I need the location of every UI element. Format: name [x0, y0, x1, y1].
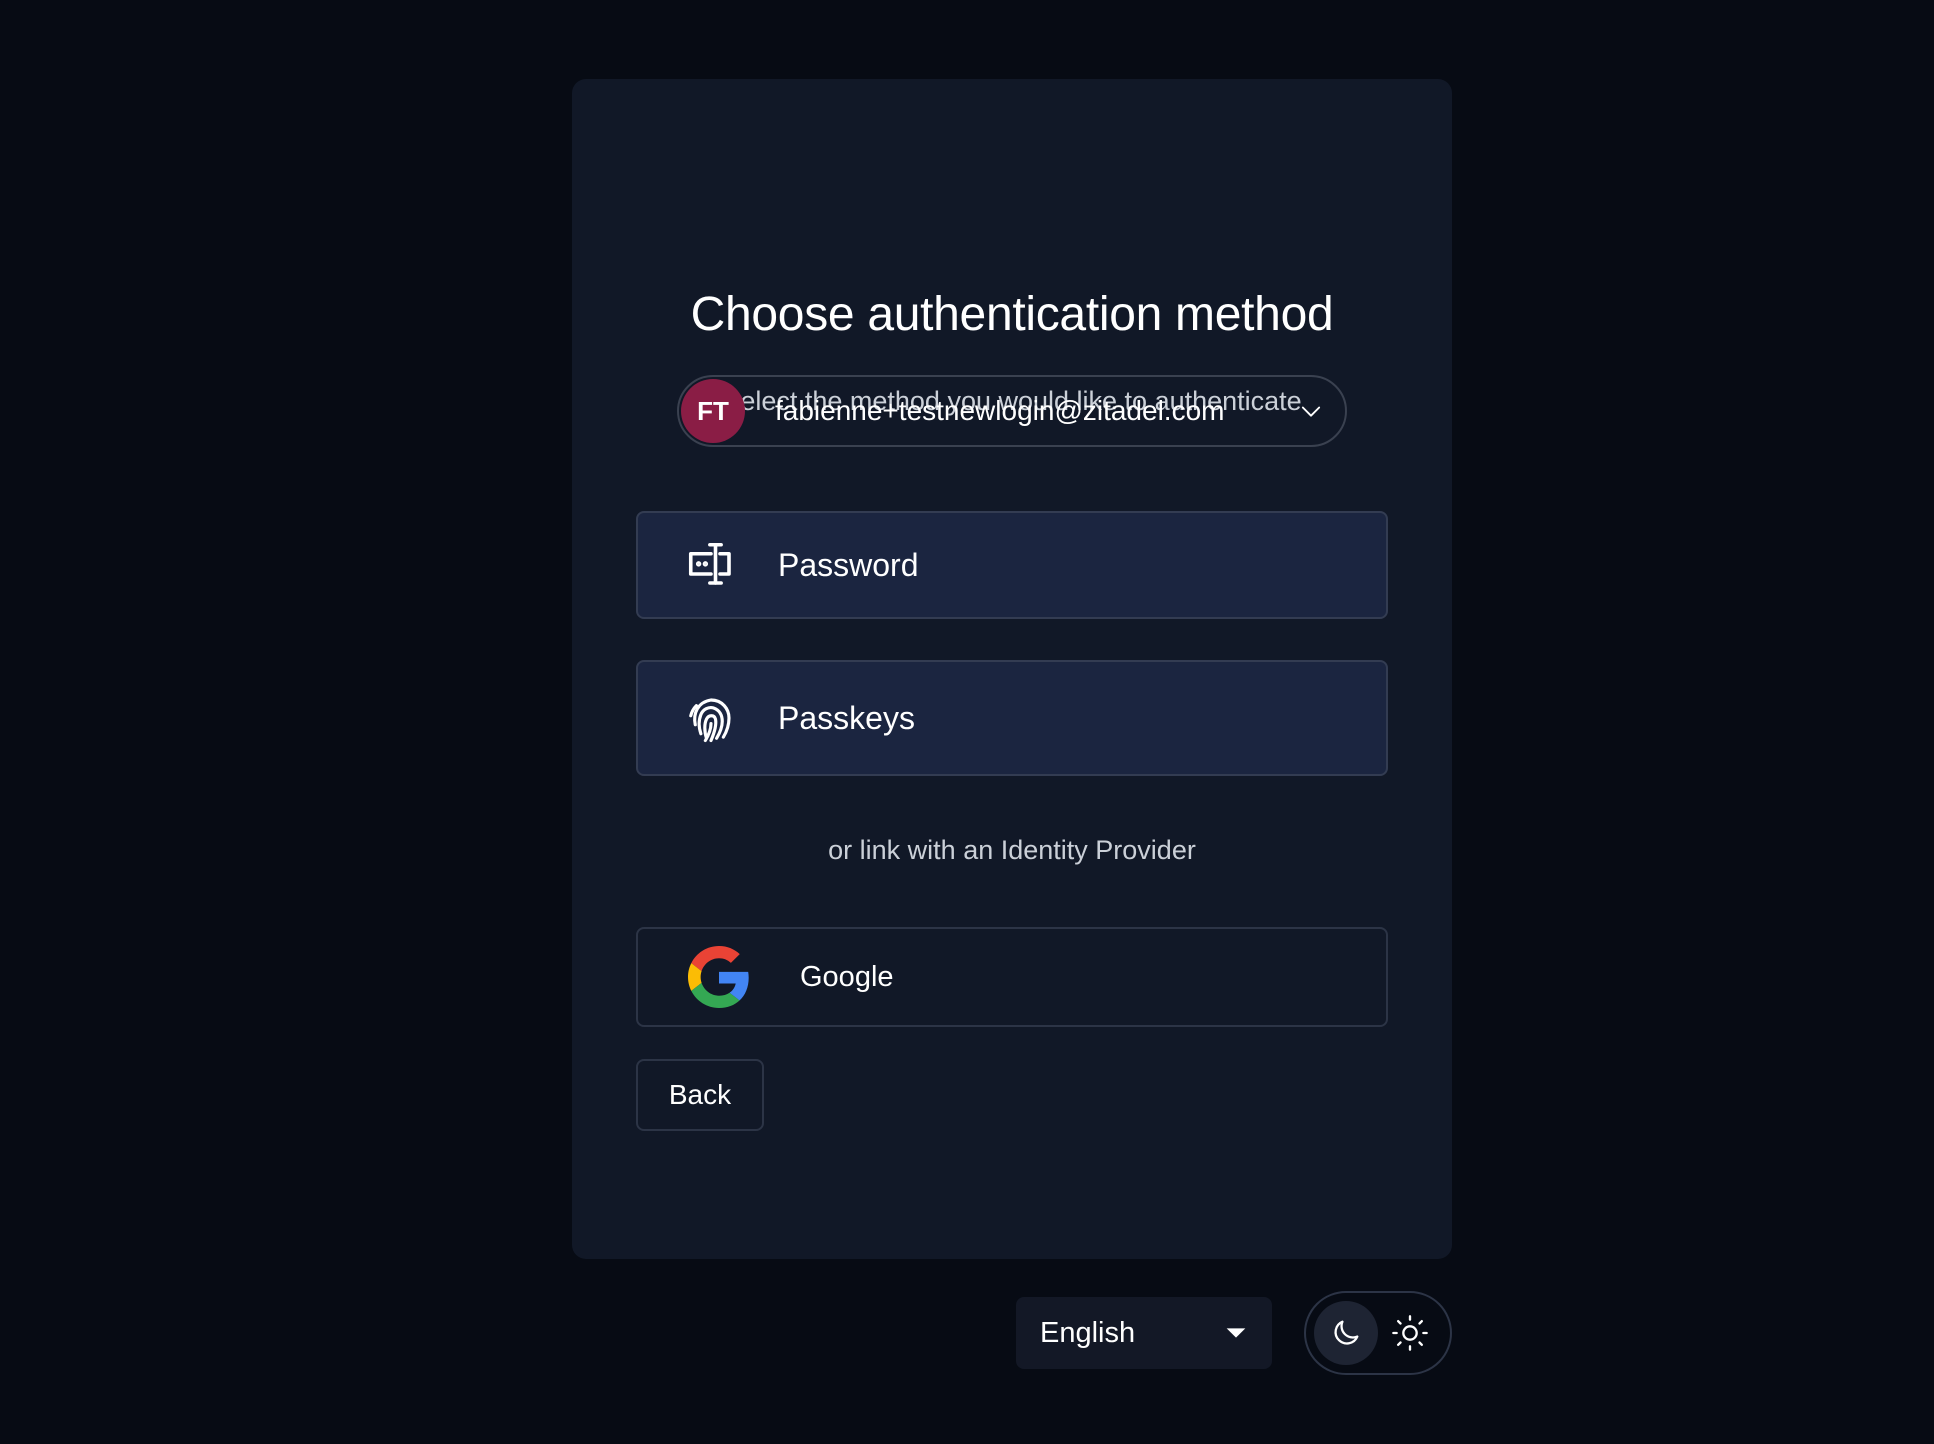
back-button[interactable]: Back — [636, 1059, 764, 1131]
sun-icon — [1392, 1315, 1428, 1351]
dark-theme-button[interactable] — [1314, 1301, 1378, 1365]
password-method-button[interactable]: Password — [636, 511, 1388, 619]
google-idp-label: Google — [800, 960, 894, 993]
avatar: FT — [681, 379, 745, 443]
chevron-down-icon — [1301, 406, 1321, 417]
language-select[interactable]: English — [1016, 1297, 1272, 1369]
account-email: fabienne+testnewlogin@zitadel.com — [775, 395, 1225, 426]
language-select-value: English — [1040, 1316, 1136, 1349]
fingerprint-icon — [689, 698, 731, 743]
caret-down-icon — [1226, 1328, 1246, 1338]
login-card: Choose authentication method Select the … — [572, 79, 1452, 1259]
theme-toggle[interactable] — [1304, 1291, 1452, 1375]
password-icon — [688, 542, 731, 585]
google-idp-button[interactable]: Google — [636, 927, 1388, 1027]
account-selector[interactable]: FT fabienne+testnewlogin@zitadel.com — [677, 375, 1347, 447]
google-icon — [688, 946, 749, 1008]
moon-icon — [1334, 1320, 1359, 1345]
light-theme-button[interactable] — [1378, 1301, 1442, 1365]
idp-divider-text: or link with an Identity Provider — [828, 835, 1196, 865]
passkeys-method-label: Passkeys — [778, 699, 915, 736]
page-title: Choose authentication method — [690, 288, 1334, 341]
passkeys-method-button[interactable]: Passkeys — [636, 660, 1388, 776]
password-method-label: Password — [778, 546, 919, 583]
